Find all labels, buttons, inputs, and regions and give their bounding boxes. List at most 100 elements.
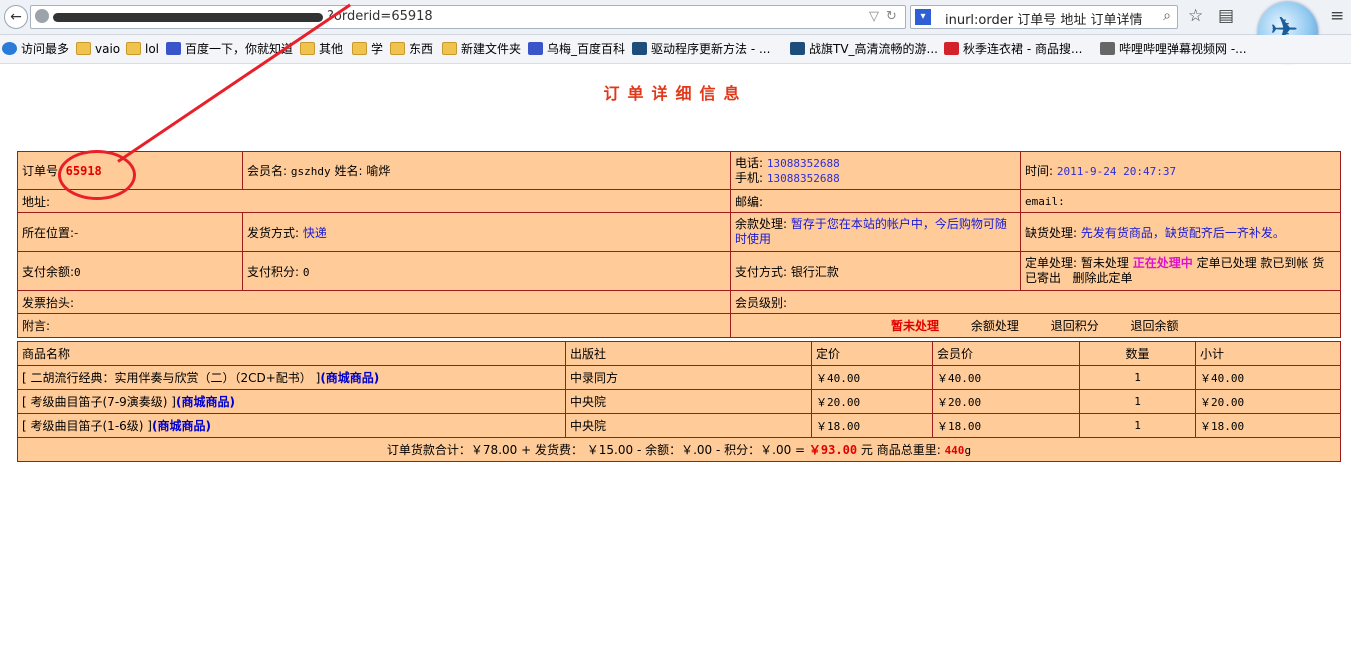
qty-cell: 1 [1079,389,1196,414]
balance-process-link[interactable]: 余额处理 [971,319,1019,333]
goods-name-cell: [ 二胡流行经典：实用伴奏与欣赏（二）（2CD+配书） ](商城商品) [17,365,566,390]
goods-name-link[interactable]: [ 考级曲目笛子(1-6级) ] [22,419,152,433]
table-row: 所在位置:- 发货方式: 快递 余款处理: 暂存于您在本站的帐户中，今后购物可随… [17,212,1341,252]
table-row: 订单号 65918 会员名: gszhdy 姓名: 喻烨 电话: 1308835… [17,151,1341,190]
table-row: 发票抬头: 会员级别: [17,290,1341,314]
summary-text: 订单货款合计：￥78.00 + 发货费： ￥15.00 - 余额：￥.00 - … [386,443,806,457]
goods-tag: (商城商品) [175,395,235,409]
bookmark-item[interactable]: lol [126,41,159,57]
paw-icon [166,42,181,55]
redacted-url-part [53,13,323,22]
zhanqi-icon [790,42,805,55]
real-name: 喻烨 [366,164,391,178]
search-input[interactable]: inurl:order 订单号 地址 订单详情 [945,9,1143,28]
status-paid-link[interactable]: 款已到帐 [1260,256,1308,270]
pay-method: 银行汇款 [790,264,839,279]
dropdown-arrow-icon[interactable]: ▽ [869,9,879,24]
bookmark-item[interactable]: 访问最多 [2,41,69,57]
phone-cell: 电话: 13088352688 手机: 13088352688 [730,151,1021,190]
globe-icon [35,9,49,23]
total-weight: 440 [944,444,965,457]
gear-icon [2,42,17,55]
col-header: 出版社 [565,341,812,366]
menu-icon[interactable]: ≡ [1330,6,1344,26]
pay-balance-cell: 支付余额:0 [17,251,243,291]
refund-points-link[interactable]: 退回积分 [1051,319,1099,333]
publisher-cell: 中央院 [565,389,812,414]
folder-icon [352,42,367,55]
bookmark-item[interactable]: 驱动程序更新方法 - ... [632,41,770,57]
table-header-row: 商品名称 出版社 定价 会员价 数量 小计 [17,341,1341,366]
note-cell: 附言: [17,313,731,338]
status-cell: 定单处理: 暂未处理 正在处理中 定单已处理 款已到帐 货已寄出 删除此定单 [1020,251,1341,291]
weight-unit: g [964,444,972,457]
grand-total: ￥93.00 [808,443,858,457]
table-row: [ 考级曲目笛子(1-6级) ](商城商品) 中央院 ￥18.00 ￥18.00… [17,413,1341,438]
shortage-handling: 先发有货商品，缺货配齐后一齐补发。 [1080,225,1285,240]
shortage-cell: 缺货处理: 先发有货商品，缺货配齐后一齐补发。 [1020,212,1341,252]
summary-unit: 元 商品总重里: [860,443,941,457]
member-level-cell: 会员级别: [730,290,1341,314]
pay-points: 0 [302,265,310,279]
member-price-cell: ￥20.00 [932,389,1080,414]
table-row: 附言: 暂未处理 余额处理 退回积分 退回余额 [17,313,1341,338]
phone: 13088352688 [766,156,840,170]
goods-table: 商品名称 出版社 定价 会员价 数量 小计 [ 二胡流行经典：实用伴奏与欣赏（二… [17,341,1341,462]
bookmarks-bar: 访问最多 vaio lol 百度一下，你就知道 其他 学 东西 新建文件夹 乌梅… [0,35,1351,64]
price-cell: ￥20.00 [811,389,933,414]
bookmark-item[interactable]: 乌梅_百度百科 [528,41,625,57]
col-header: 小计 [1195,341,1341,366]
search-bar[interactable]: ▾ inurl:order 订单号 地址 订单详情 ⌕ [910,5,1178,29]
email-cell: email: [1020,189,1341,213]
pay-points-cell: 支付积分: 0 [242,251,731,291]
goods-tag: (商城商品) [320,371,380,385]
pay-balance: 0 [74,265,81,279]
shipping-method: 快递 [302,225,327,240]
qty-cell: 1 [1079,413,1196,438]
address-cell: 地址: [17,189,731,213]
bookmark-item[interactable]: 东西 [390,41,433,57]
col-header: 商品名称 [17,341,566,366]
bookmark-item[interactable]: 新建文件夹 [442,41,521,57]
bookmark-item[interactable]: 战旗TV_高清流畅的游... [790,41,938,57]
bookmark-item[interactable]: 秋季连衣裙 - 商品搜... [944,41,1082,57]
price-cell: ￥18.00 [811,413,933,438]
member-name: gszhdy [290,165,331,178]
reload-icon[interactable]: ↻ [886,9,897,24]
tv-icon [1100,42,1115,55]
bookmark-item[interactable]: 哔哩哔哩弹幕视频网 -... [1100,41,1247,57]
search-icon[interactable]: ⌕ [1163,8,1171,24]
status-pending-link[interactable]: 暂未处理 [1081,256,1129,270]
member-price-cell: ￥40.00 [932,365,1080,390]
member-price-cell: ￥18.00 [932,413,1080,438]
goods-name-cell: [ 考级曲目笛子(1-6级) ](商城商品) [17,413,566,438]
folder-icon [126,42,141,55]
refund-balance-link[interactable]: 退回余额 [1131,319,1179,333]
price-cell: ￥40.00 [811,365,933,390]
qty-cell: 1 [1079,365,1196,390]
member-cell: 会员名: gszhdy 姓名: 喻烨 [242,151,731,190]
bookmark-item[interactable]: vaio [76,41,120,57]
library-icon[interactable]: ▤ [1218,6,1234,26]
goods-name-link[interactable]: [ 考级曲目笛子(7-9演奏级) ] [22,395,176,409]
goods-name-link[interactable]: [ 二胡流行经典：实用伴奏与欣赏（二）（2CD+配书） ] [22,371,320,385]
order-info-table: 订单号 65918 会员名: gszhdy 姓名: 喻烨 电话: 1308835… [17,151,1341,338]
publisher-cell: 中录同方 [565,365,812,390]
invoice-cell: 发票抬头: [17,290,731,314]
search-engine-icon[interactable]: ▾ [915,9,931,25]
back-arrow-icon[interactable]: ← [4,5,28,29]
driver-icon [632,42,647,55]
zip-cell: 邮编: [730,189,1021,213]
address-bar[interactable]: ?orderid=65918 ▽ ↻ [30,5,906,29]
star-icon[interactable]: ☆ [1188,6,1203,26]
action-current: 暂未处理 [891,319,940,333]
bookmark-item[interactable]: 学 [352,41,383,57]
delete-order-link[interactable]: 删除此定单 [1072,271,1132,285]
order-time: 2011-9-24 20:47:37 [1056,165,1177,178]
status-done-link[interactable]: 定单已处理 [1197,256,1257,270]
folder-icon [300,42,315,55]
table-row: 订单货款合计：￥78.00 + 发货费： ￥15.00 - 余额：￥.00 - … [17,437,1341,462]
bookmark-item[interactable]: 其他 [300,41,343,57]
jd-icon [944,42,959,55]
paw-icon [528,42,543,55]
